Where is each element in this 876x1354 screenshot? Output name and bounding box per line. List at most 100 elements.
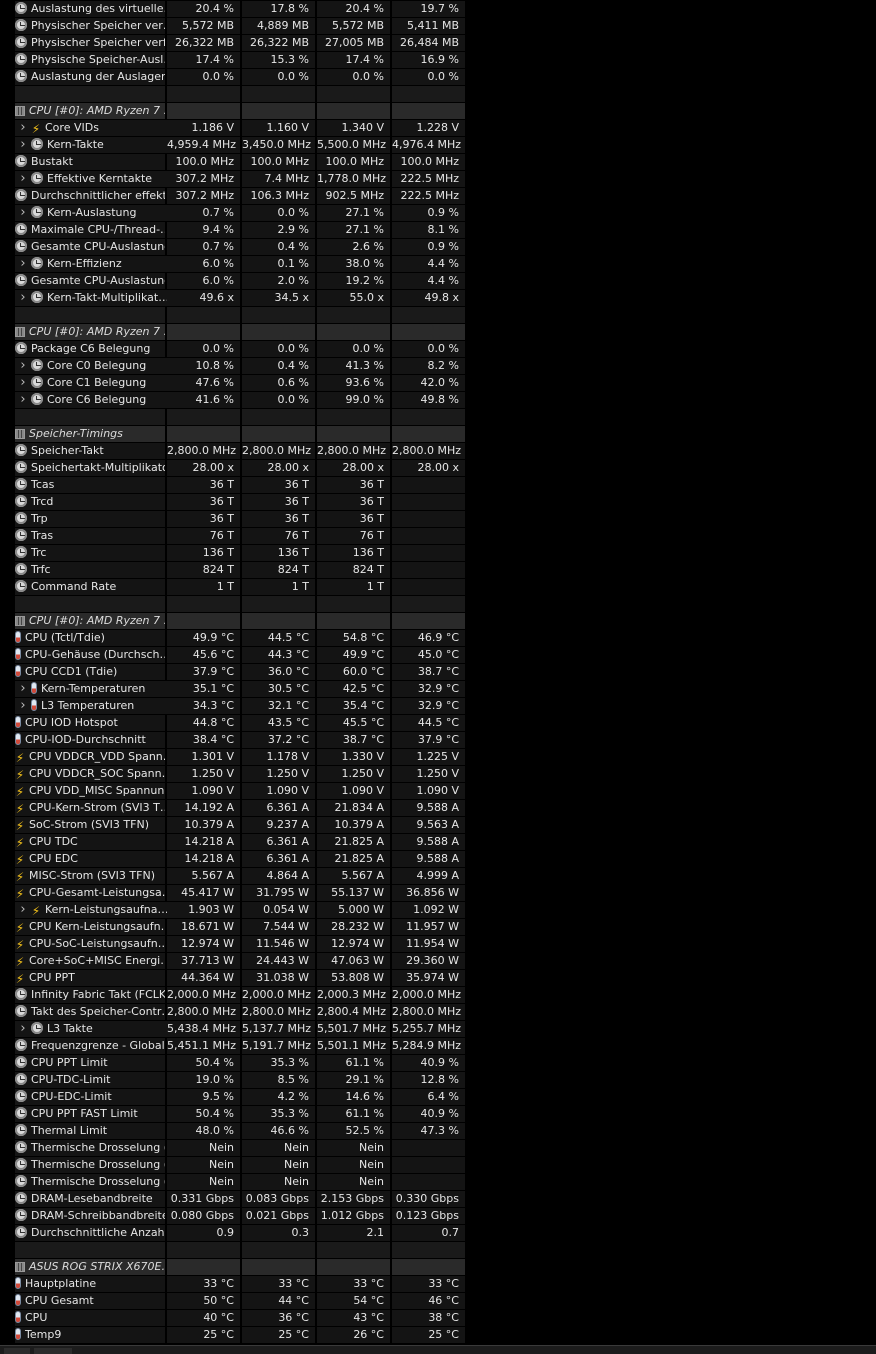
group-header[interactable]: ∨CPU [#0]: AMD Ryzen 7 … bbox=[0, 323, 466, 340]
sensor-row[interactable]: ⚡ CPU VDDCR_VDD Spann… 1.301 V 1.178 V 1.330… bbox=[0, 748, 466, 765]
sensor-row[interactable]: CPU (Tctl/Tdie) 49.9 °C 44.5 °C 54.8 °C 46.9… bbox=[0, 629, 466, 646]
sensor-row[interactable]: ⚡ CPU-SoC-Leistungsaufn… 12.974 W 11.546 W 1… bbox=[0, 935, 466, 952]
sensor-row[interactable]: Command Rate 1 T 1 T 1 T bbox=[0, 578, 466, 595]
sensor-row[interactable]: Trcd 36 T 36 T 36 T bbox=[0, 493, 466, 510]
sensor-row[interactable]: Auslastung des virtuelle… 20.4 % 17.8 % 20.… bbox=[0, 0, 466, 17]
expand-chevron-icon[interactable]: › bbox=[17, 290, 29, 306]
sensor-row[interactable]: Infinity Fabric Takt (FCLK) 2,000.0 MHz 2,… bbox=[0, 986, 466, 1003]
sensor-row[interactable]: › ⚡ Core VIDs 1.186 V 1.160 V 1.340 V 1.228 V bbox=[0, 119, 466, 136]
sensor-row[interactable]: › Effektive Kerntakte 307.2 MHz 7.4 MHz 1,77… bbox=[0, 170, 466, 187]
sensor-row[interactable]: ⚡ MISC-Strom (SVI3 TFN) 5.567 A 4.864 A 5.56… bbox=[0, 867, 466, 884]
expand-chevron-icon[interactable]: › bbox=[17, 120, 29, 136]
min-value: 36 °C bbox=[242, 1310, 315, 1326]
sensor-row[interactable]: CPU Gesamt 50 °C 44 °C 54 °C 46 °C bbox=[0, 1292, 466, 1309]
sensor-row[interactable]: › Kern-Takte 4,959.4 MHz 3,450.0 MHz 5,500.0… bbox=[0, 136, 466, 153]
sensor-row[interactable]: › Core C6 Belegung 41.6 % 0.0 % 99.0 % 49.8 % bbox=[0, 391, 466, 408]
expand-chevron-icon[interactable]: › bbox=[17, 392, 29, 408]
sensor-row[interactable]: Durchschnittlicher effekti… 307.2 MHz 106.… bbox=[0, 187, 466, 204]
expand-chevron-icon[interactable]: › bbox=[17, 358, 29, 374]
sensor-row[interactable]: › Kern-Auslastung 0.7 % 0.0 % 27.1 % 0.9 % bbox=[0, 204, 466, 221]
sensor-row[interactable]: Thermische Drosselung (… Nein Nein Nein bbox=[0, 1156, 466, 1173]
sensor-row[interactable]: CPU CCD1 (Tdie) 37.9 °C 36.0 °C 60.0 °C 38.7… bbox=[0, 663, 466, 680]
sensor-row[interactable]: CPU-Gehäuse (Durchsch… 45.6 °C 44.3 °C 49.9… bbox=[0, 646, 466, 663]
min-value: 0.021 Gbps bbox=[242, 1208, 315, 1224]
sensor-row[interactable]: › L3 Takte 5,438.4 MHz 5,137.7 MHz 5,501.7 M… bbox=[0, 1020, 466, 1037]
group-header[interactable]: ∨Speicher-Timings bbox=[0, 425, 466, 442]
sensor-row[interactable]: Tras 76 T 76 T 76 T bbox=[0, 527, 466, 544]
sensor-row[interactable]: CPU IOD Hotspot 44.8 °C 43.5 °C 45.5 °C 44.5… bbox=[0, 714, 466, 731]
sensor-label: CPU bbox=[25, 1311, 48, 1324]
max-value: 42.5 °C bbox=[317, 681, 390, 697]
sensor-row[interactable]: Physischer Speicher ver… 5,572 MB 4,889 MB… bbox=[0, 17, 466, 34]
sensor-row[interactable]: ⚡ SoC-Strom (SVI3 TFN) 10.379 A 9.237 A 10.3… bbox=[0, 816, 466, 833]
sensor-label: Package C6 Belegung bbox=[31, 342, 151, 355]
sensor-row[interactable]: Tcas 36 T 36 T 36 T bbox=[0, 476, 466, 493]
sensor-row[interactable]: Thermische Drosselung (… Nein Nein Nein bbox=[0, 1139, 466, 1156]
sensor-row[interactable]: Thermische Drosselung (… Nein Nein Nein bbox=[0, 1173, 466, 1190]
expand-chevron-icon[interactable]: › bbox=[17, 205, 29, 221]
sensor-row[interactable]: › Kern-Effizienz 6.0 % 0.1 % 38.0 % 4.4 % bbox=[0, 255, 466, 272]
spacer-cell bbox=[167, 409, 240, 425]
sensor-row[interactable]: CPU PPT FAST Limit 50.4 % 35.3 % 61.1 % 40.9… bbox=[0, 1105, 466, 1122]
expand-chevron-icon[interactable]: › bbox=[17, 137, 29, 153]
sensor-row[interactable]: Bustakt 100.0 MHz 100.0 MHz 100.0 MHz 100.0 … bbox=[0, 153, 466, 170]
sensor-row[interactable]: Trc 136 T 136 T 136 T bbox=[0, 544, 466, 561]
sensor-row[interactable]: CPU 40 °C 36 °C 43 °C 38 °C bbox=[0, 1309, 466, 1326]
sensor-row[interactable]: CPU-TDC-Limit 19.0 % 8.5 % 29.1 % 12.8 % bbox=[0, 1071, 466, 1088]
sensor-row[interactable]: Takt des Speicher-Contr… 2,800.0 MHz 2,800… bbox=[0, 1003, 466, 1020]
sensor-row[interactable]: ⚡ CPU-Kern-Strom (SVI3 T… 14.192 A 6.361 A 2… bbox=[0, 799, 466, 816]
group-header[interactable]: ∨CPU [#0]: AMD Ryzen 7 … bbox=[0, 612, 466, 629]
sensor-row[interactable]: ⚡ CPU EDC 14.218 A 6.361 A 21.825 A 9.588 A bbox=[0, 850, 466, 867]
group-header[interactable]: ∨ASUS ROG STRIX X670E… bbox=[0, 1258, 466, 1275]
sensor-row[interactable]: › ⚡ Kern-Leistungsaufna… 1.903 W 0.054 W 5.00… bbox=[0, 901, 466, 918]
sensor-row[interactable]: CPU PPT Limit 50.4 % 35.3 % 61.1 % 40.9 % bbox=[0, 1054, 466, 1071]
group-header[interactable]: ∨CPU [#0]: AMD Ryzen 7 … bbox=[0, 102, 466, 119]
value-text: 49.8 % bbox=[420, 393, 459, 406]
sensor-row[interactable]: ⚡ CPU VDDCR_SOC Spann… 1.250 V 1.250 V 1.250… bbox=[0, 765, 466, 782]
sensor-row[interactable]: Gesamte CPU-Auslastung 6.0 % 2.0 % 19.2 % 4.… bbox=[0, 272, 466, 289]
sensor-row[interactable]: Durchschnittliche Anzahl … 0.9 0.3 2.1 0.7 bbox=[0, 1224, 466, 1241]
expand-chevron-icon[interactable]: › bbox=[17, 256, 29, 272]
sensor-row[interactable]: DRAM-Schreibbandbreite 0.080 Gbps 0.021 Gb… bbox=[0, 1207, 466, 1224]
sensor-row[interactable]: CPU-IOD-Durchschnitt 38.4 °C 37.2 °C 38.7 °… bbox=[0, 731, 466, 748]
thermometer-icon bbox=[15, 733, 21, 745]
expand-chevron-icon[interactable]: › bbox=[17, 375, 29, 391]
sensor-row[interactable]: ⚡ CPU Kern-Leistungsaufn… 18.671 W 7.544 W 2… bbox=[0, 918, 466, 935]
sensor-row[interactable]: › Kern-Takt-Multiplikat… 49.6 x 34.5 x 55.0 … bbox=[0, 289, 466, 306]
status-bar-tab[interactable] bbox=[4, 1348, 30, 1354]
sensor-row[interactable]: CPU-EDC-Limit 9.5 % 4.2 % 14.6 % 6.4 % bbox=[0, 1088, 466, 1105]
expand-chevron-icon[interactable]: › bbox=[17, 681, 29, 697]
sensor-row[interactable]: ⚡ CPU-Gesamt-Leistungsa… 45.417 W 31.795 W 5… bbox=[0, 884, 466, 901]
sensor-row[interactable]: ⚡ CPU TDC 14.218 A 6.361 A 21.825 A 9.588 A bbox=[0, 833, 466, 850]
sensor-row[interactable]: Speichertakt-Multiplikator 28.00 x 28.00 x… bbox=[0, 459, 466, 476]
sensor-row[interactable]: Trp 36 T 36 T 36 T bbox=[0, 510, 466, 527]
sensor-row[interactable]: Speicher-Takt 2,800.0 MHz 2,800.0 MHz 2,800… bbox=[0, 442, 466, 459]
sensor-row[interactable]: › L3 Temperaturen 34.3 °C 32.1 °C 35.4 °C 32.… bbox=[0, 697, 466, 714]
sensor-row[interactable]: Hauptplatine 33 °C 33 °C 33 °C 33 °C bbox=[0, 1275, 466, 1292]
value-text: Nein bbox=[208, 1158, 234, 1171]
sensor-row[interactable]: › Core C1 Belegung 47.6 % 0.6 % 93.6 % 42.0 % bbox=[0, 374, 466, 391]
sensor-row[interactable]: DRAM-Lesebandbreite 0.331 Gbps 0.083 Gbps 2… bbox=[0, 1190, 466, 1207]
status-bar-tab[interactable] bbox=[34, 1348, 72, 1354]
expand-chevron-icon[interactable]: › bbox=[17, 698, 29, 714]
sensor-row[interactable]: ⚡ CPU VDD_MISC Spannun… 1.090 V 1.090 V 1.09… bbox=[0, 782, 466, 799]
sensor-row[interactable]: Auslastung der Auslager… 0.0 % 0.0 % 0.0 % 0… bbox=[0, 68, 466, 85]
value-text bbox=[459, 563, 465, 576]
value-text: 43 °C bbox=[353, 1311, 384, 1324]
expand-chevron-icon[interactable]: › bbox=[17, 902, 29, 918]
sensor-row[interactable]: Physische Speicher-Ausl… 17.4 % 15.3 % 17.4… bbox=[0, 51, 466, 68]
sensor-row[interactable]: Gesamte CPU-Auslastung 0.7 % 0.4 % 2.6 % 0.9… bbox=[0, 238, 466, 255]
sensor-row[interactable]: Frequenzgrenze - Global 5,451.1 MHz 5,191.… bbox=[0, 1037, 466, 1054]
sensor-row[interactable]: Trfc 824 T 824 T 824 T bbox=[0, 561, 466, 578]
expand-chevron-icon[interactable]: › bbox=[17, 171, 29, 187]
expand-chevron-icon[interactable]: › bbox=[17, 1021, 29, 1037]
sensor-row[interactable]: Maximale CPU-/Thread-… 9.4 % 2.9 % 27.1 % 8.… bbox=[0, 221, 466, 238]
sensor-row[interactable]: ⚡ CPU PPT 44.364 W 31.038 W 53.808 W 35.974 W bbox=[0, 969, 466, 986]
sensor-row[interactable]: Physischer Speicher verf… 26,322 MB 26,322… bbox=[0, 34, 466, 51]
sensor-row[interactable]: ⚡ Core+SoC+MISC Energi… 37.713 W 24.443 W 47… bbox=[0, 952, 466, 969]
sensor-row[interactable]: › Core C0 Belegung 10.8 % 0.4 % 41.3 % 8.2 % bbox=[0, 357, 466, 374]
sensor-row[interactable]: Temp9 25 °C 25 °C 26 °C 25 °C bbox=[0, 1326, 466, 1343]
sensor-row[interactable]: › Kern-Temperaturen 35.1 °C 30.5 °C 42.5 °C 3… bbox=[0, 680, 466, 697]
sensor-row[interactable]: Thermal Limit 48.0 % 46.6 % 52.5 % 47.3 % bbox=[0, 1122, 466, 1139]
sensor-row[interactable]: Package C6 Belegung 0.0 % 0.0 % 0.0 % 0.0 % bbox=[0, 340, 466, 357]
